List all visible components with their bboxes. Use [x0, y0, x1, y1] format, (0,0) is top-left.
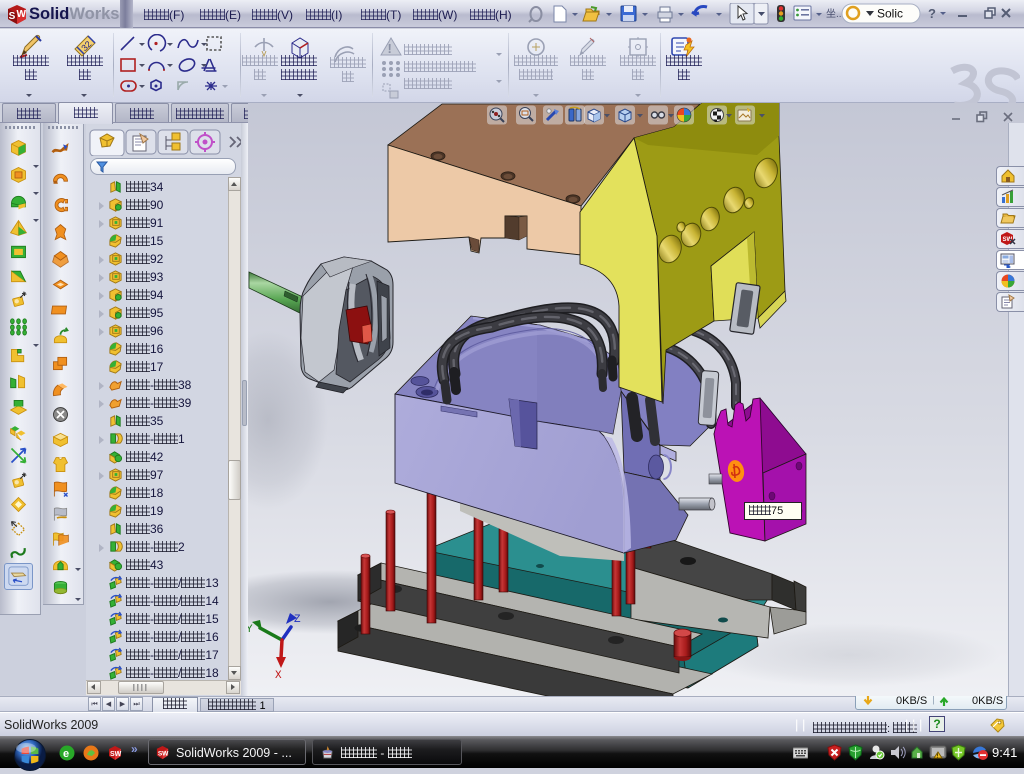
- svg-text:W: W: [17, 9, 27, 20]
- svg-text:Solic: Solic: [877, 7, 903, 21]
- svg-text:坐..: 坐..: [826, 8, 842, 20]
- svg-text:!: !: [388, 41, 392, 56]
- svg-text:e: e: [63, 748, 69, 760]
- svg-text:?: ?: [928, 6, 936, 21]
- svg-text:SW: SW: [110, 751, 122, 758]
- svg-text:SW: SW: [158, 750, 169, 757]
- svg-text:Z: Z: [294, 614, 301, 626]
- svg-text:Y: Y: [248, 624, 253, 636]
- svg-text:X: X: [275, 670, 282, 682]
- svg-text:S: S: [9, 11, 16, 22]
